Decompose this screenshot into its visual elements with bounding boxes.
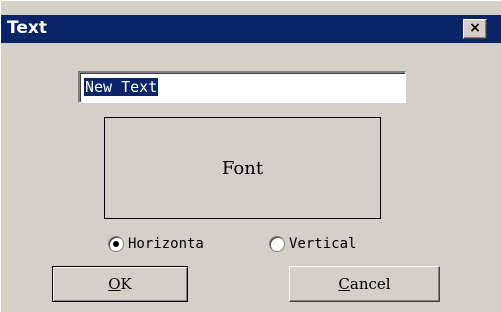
radio-horizontal-circle[interactable] bbox=[108, 236, 124, 252]
radio-vertical[interactable]: Vertical bbox=[269, 234, 356, 254]
cancel-button[interactable]: Cancel bbox=[289, 266, 440, 302]
ok-button-label: OK bbox=[108, 275, 132, 293]
text-input-value: New Text bbox=[84, 78, 159, 96]
cancel-button-label: Cancel bbox=[338, 275, 391, 293]
dialog-title: Text bbox=[7, 18, 47, 38]
close-button[interactable]: × bbox=[463, 19, 487, 39]
ok-button[interactable]: OK bbox=[52, 266, 188, 302]
radio-horizontal[interactable]: Horizonta bbox=[108, 234, 204, 254]
radio-horizontal-label: Horizonta bbox=[128, 236, 204, 252]
text-dialog: Text × New Text Font Horizonta Vertical … bbox=[0, 0, 501, 312]
title-bar: Text × bbox=[1, 15, 501, 43]
font-button[interactable]: Font bbox=[104, 117, 381, 219]
radio-vertical-circle[interactable] bbox=[269, 236, 285, 252]
radio-selected-dot bbox=[113, 241, 119, 247]
close-icon: × bbox=[469, 20, 481, 36]
text-input[interactable]: New Text bbox=[78, 71, 406, 103]
radio-vertical-label: Vertical bbox=[289, 236, 357, 252]
font-button-label: Font bbox=[221, 157, 264, 179]
